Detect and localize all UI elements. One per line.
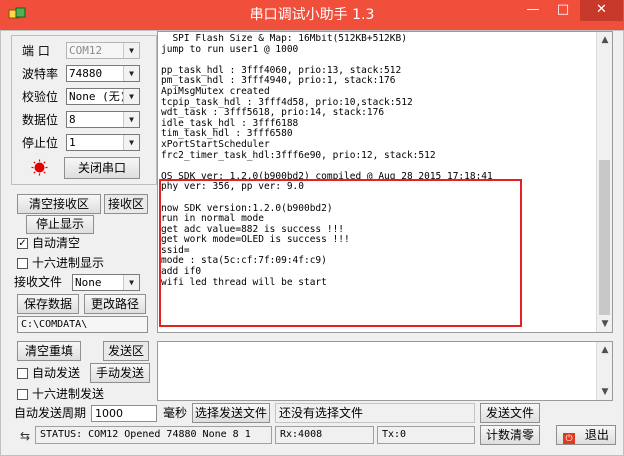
exit-button[interactable]: ⏻ 退出 xyxy=(556,425,616,445)
scroll-down-icon[interactable]: ▼ xyxy=(597,384,613,400)
databits-label: 数据位 xyxy=(22,113,59,127)
chevron-down-icon: ▼ xyxy=(123,43,139,58)
send-period-input[interactable]: 1000 xyxy=(91,405,157,422)
hex-send-checkbox[interactable] xyxy=(17,389,28,400)
receive-area-button[interactable]: 接收区 xyxy=(104,194,148,214)
baud-select[interactable]: 74880 ▼ xyxy=(66,65,140,82)
manual-send-button[interactable]: 手动发送 xyxy=(90,363,150,383)
parity-label: 校验位 xyxy=(22,90,59,104)
chevron-down-icon: ▼ xyxy=(123,89,139,104)
clear-send-button[interactable]: 清空重填 xyxy=(17,341,81,361)
hex-display-checkbox[interactable] xyxy=(17,258,28,269)
exit-icon: ⏻ xyxy=(563,433,576,444)
send-area-button[interactable]: 发送区 xyxy=(103,341,149,361)
stopbits-label: 停止位 xyxy=(22,136,59,150)
send-textarea[interactable]: ▲ ▼ xyxy=(157,341,613,401)
auto-send-label: 自动发送 xyxy=(32,366,81,380)
scroll-down-icon[interactable]: ▼ xyxy=(597,316,613,332)
databits-value: 8 xyxy=(69,113,76,126)
port-status-icon xyxy=(31,159,48,176)
rx-count: Rx:4008 xyxy=(275,426,374,444)
exit-label: 退出 xyxy=(584,428,609,442)
plug-icon: ⇆ xyxy=(19,429,31,443)
auto-clear-label: 自动清空 xyxy=(32,236,81,250)
chevron-down-icon: ▼ xyxy=(123,112,139,127)
status-text: STATUS: COM12 Opened 74880 None 8 1 xyxy=(35,426,272,444)
parity-value: None (无) xyxy=(69,90,127,103)
stopbits-value: 1 xyxy=(69,136,76,149)
log-line: frc2_timer_task_hdl:3fff6e90, prio:12, s… xyxy=(161,149,436,161)
no-file-text: 还没有选择文件 xyxy=(275,403,475,423)
stop-display-button[interactable]: 停止显示 xyxy=(26,215,94,234)
log-line: jump to run user1 @ 1000 xyxy=(161,43,299,55)
receive-scrollbar[interactable]: ▲ ▼ xyxy=(596,32,612,332)
hex-display-label: 十六进制显示 xyxy=(32,256,105,270)
receive-file-value: None xyxy=(75,276,102,289)
highlight-box xyxy=(159,179,522,327)
save-path-field: C:\COMDATA\ xyxy=(17,316,148,333)
hex-send-label: 十六进制发送 xyxy=(32,387,105,401)
minimize-button[interactable]: — xyxy=(519,0,547,21)
port-value: COM12 xyxy=(69,44,103,57)
auto-clear-checkbox[interactable]: ✓ xyxy=(17,238,28,249)
ms-label: 毫秒 xyxy=(163,406,188,420)
send-period-label: 自动发送周期 xyxy=(14,406,87,420)
scroll-thumb[interactable] xyxy=(599,160,610,315)
clear-receive-button[interactable]: 清空接收区 xyxy=(17,194,101,214)
chevron-down-icon: ▼ xyxy=(123,275,139,290)
checkmark-icon: ✓ xyxy=(18,238,27,249)
send-scrollbar[interactable]: ▲ ▼ xyxy=(596,342,612,400)
scroll-up-icon[interactable]: ▲ xyxy=(597,32,613,48)
close-window-button[interactable]: ✕ xyxy=(580,0,623,21)
change-path-button[interactable]: 更改路径 xyxy=(84,294,146,314)
send-file-button[interactable]: 发送文件 xyxy=(480,403,540,423)
port-select[interactable]: COM12 ▼ xyxy=(66,42,140,59)
reset-count-button[interactable]: 计数清零 xyxy=(480,425,540,445)
log-line: xPortStartScheduler xyxy=(161,138,270,150)
receive-file-label: 接收文件 xyxy=(14,275,63,289)
maximize-button[interactable]: □ xyxy=(549,0,577,21)
choose-send-file-button[interactable]: 选择发送文件 xyxy=(192,403,270,423)
receive-textarea[interactable]: SPI Flash Size & Map: 16Mbit(512KB+512KB… xyxy=(157,31,613,333)
scroll-up-icon[interactable]: ▲ xyxy=(597,342,613,358)
parity-select[interactable]: None (无) ▼ xyxy=(66,88,140,105)
save-data-button[interactable]: 保存数据 xyxy=(17,294,79,314)
databits-select[interactable]: 8 ▼ xyxy=(66,111,140,128)
close-port-button[interactable]: 关闭串口 xyxy=(64,157,140,179)
auto-send-checkbox[interactable] xyxy=(17,368,28,379)
log-line: ApiMsgMutex created xyxy=(161,85,270,97)
stopbits-select[interactable]: 1 ▼ xyxy=(66,134,140,151)
chevron-down-icon: ▼ xyxy=(123,66,139,81)
tx-count: Tx:0 xyxy=(377,426,475,444)
chevron-down-icon: ▼ xyxy=(123,135,139,150)
receive-file-select[interactable]: None ▼ xyxy=(72,274,140,291)
baud-label: 波特率 xyxy=(22,67,59,81)
port-label: 端 口 xyxy=(22,44,50,58)
baud-value: 74880 xyxy=(69,67,103,80)
log-line: SPI Flash Size & Map: 16Mbit(512KB+512KB… xyxy=(161,34,407,44)
